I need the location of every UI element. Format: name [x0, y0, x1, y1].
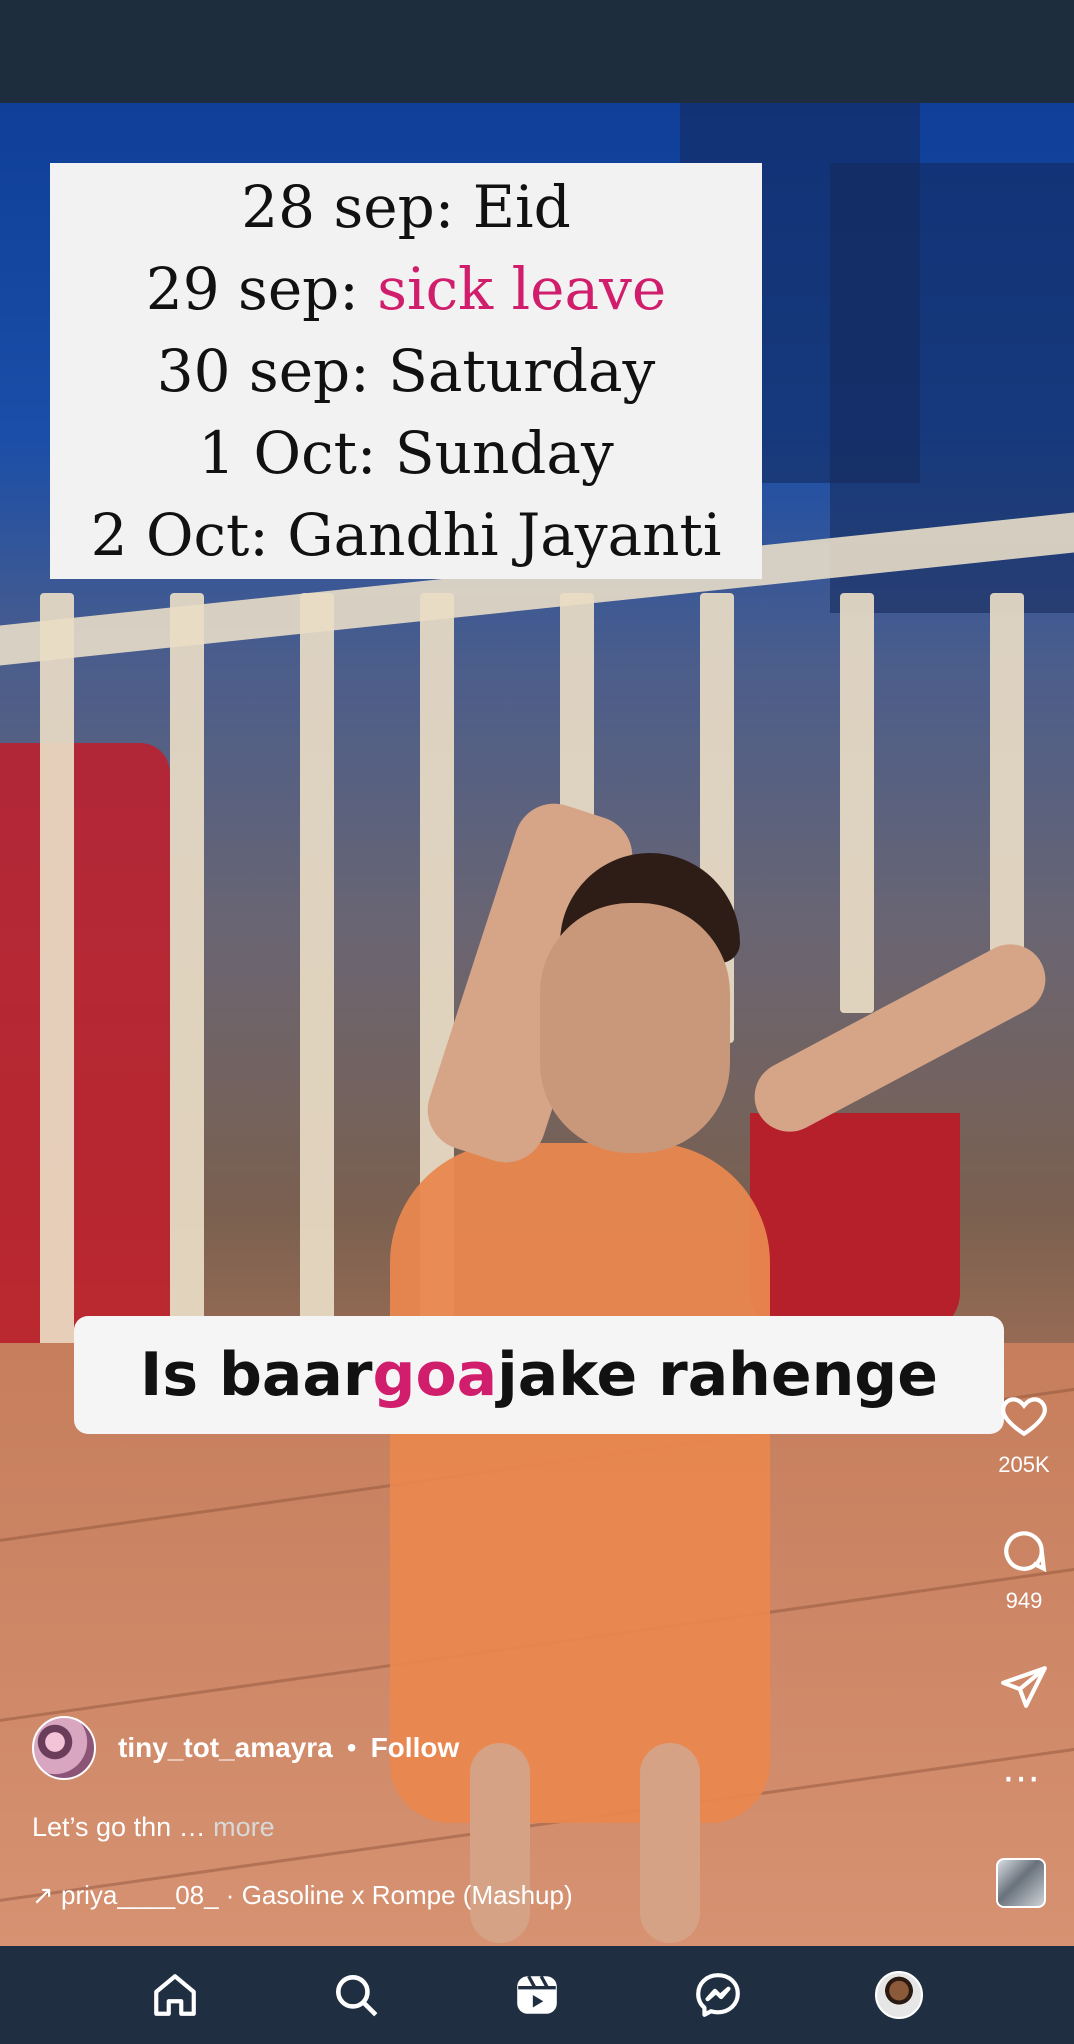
username[interactable]: tiny_tot_amayra: [118, 1732, 333, 1764]
comment-button[interactable]: 949: [999, 1526, 1049, 1614]
schedule-overlay: 28 sep: Eid 29 sep: sick leave 30 sep: S…: [50, 163, 762, 579]
schedule-line: 29 sep: sick leave: [146, 248, 666, 330]
reels-icon: [517, 1975, 557, 2014]
action-column: 205K 949: [974, 1390, 1074, 1760]
nav-search[interactable]: [326, 1965, 386, 2025]
home-icon: [154, 1974, 197, 2016]
more-icon[interactable]: ⋯: [1002, 1760, 1042, 1798]
railing-bar: [40, 593, 74, 1353]
railing-bar: [990, 593, 1024, 993]
follow-button[interactable]: Follow: [371, 1732, 460, 1764]
bottom-nav: [0, 1946, 1074, 2044]
profile-avatar: [874, 1971, 923, 2019]
plant-pot: [750, 1113, 960, 1333]
overlay-caption: Is baar goa jake rahenge: [74, 1316, 1004, 1434]
share-button[interactable]: [999, 1662, 1049, 1712]
audio-thumbnail[interactable]: [996, 1858, 1046, 1908]
caption-part: Is baar: [140, 1340, 373, 1410]
child-face: [540, 903, 730, 1153]
messenger-icon: [695, 1973, 740, 2017]
like-count: 205K: [998, 1452, 1050, 1477]
comment-icon: [1004, 1531, 1047, 1573]
schedule-line: 1 Oct: Sunday: [198, 419, 614, 487]
separator-dot: •: [346, 1732, 357, 1763]
caption-more-link[interactable]: more: [213, 1812, 275, 1842]
status-bar: [0, 0, 1074, 103]
comment-count: 949: [1005, 1588, 1043, 1613]
audio-info[interactable]: ↗ priya____08_ · Gasoline x Rompe (Mashu…: [32, 1880, 573, 1911]
heart-icon: [1001, 1397, 1047, 1437]
railing-bar: [840, 593, 874, 1013]
railing-bar: [170, 593, 204, 1353]
schedule-line: 2 Oct: Gandhi Jayanti: [90, 501, 722, 569]
caption-part: jake rahenge: [497, 1340, 938, 1410]
nav-home[interactable]: [145, 1965, 205, 2025]
child-leg: [470, 1743, 530, 1943]
child-leg: [640, 1743, 700, 1943]
search-icon: [336, 1975, 378, 2017]
railing-bar: [300, 593, 334, 1353]
schedule-date: 29 sep:: [145, 255, 378, 323]
schedule-line: 28 sep: Eid: [241, 173, 571, 241]
author-row: tiny_tot_amayra • Follow: [32, 1716, 459, 1780]
post-caption[interactable]: Let’s go thn … more: [32, 1812, 275, 1843]
nav-messages[interactable]: [688, 1965, 748, 2025]
like-button[interactable]: 205K: [998, 1390, 1050, 1478]
nav-reels[interactable]: [507, 1965, 567, 2025]
share-icon: [1001, 1666, 1047, 1708]
caption-highlight: goa: [372, 1340, 498, 1410]
avatar[interactable]: [32, 1716, 96, 1780]
nav-profile[interactable]: [869, 1965, 929, 2025]
schedule-highlight: sick leave: [377, 255, 667, 323]
schedule-line: 30 sep: Saturday: [156, 337, 656, 405]
caption-text: Let’s go thn …: [32, 1812, 214, 1842]
